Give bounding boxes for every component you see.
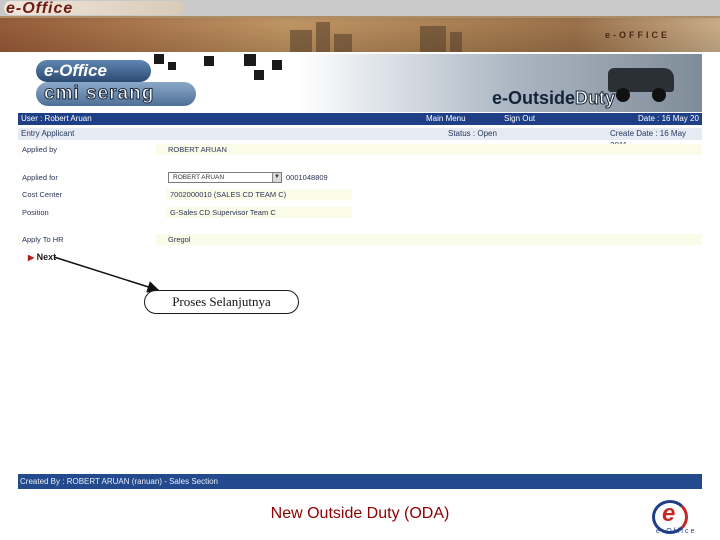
- sign-out-link[interactable]: Sign Out: [504, 113, 535, 125]
- applied-for-nik: 0001048809: [286, 173, 328, 182]
- position-row: Position: [18, 207, 702, 218]
- apply-to-hr-label: Apply To HR: [20, 234, 156, 245]
- building-graphic: [450, 32, 462, 52]
- applied-by-row: Applied by ROBERT ARUAN: [18, 144, 702, 155]
- banner-right-text: e-OFFICE: [604, 30, 670, 40]
- applied-for-label: Applied for: [20, 172, 156, 183]
- cost-center-row: Cost Center: [18, 189, 702, 200]
- applied-for-selected: ROBERT ARUAN: [173, 174, 225, 181]
- checker-decoration: [204, 56, 214, 66]
- cmi-serang-logo: cmi serang: [36, 82, 196, 106]
- apply-to-hr-row: Apply To HR Gregol: [18, 234, 702, 245]
- applied-for-select[interactable]: ROBERT ARUAN ▼: [168, 172, 282, 183]
- cost-center-label: Cost Center: [20, 189, 156, 200]
- module-title-suffix: Duty: [575, 88, 616, 109]
- cost-center-value: 7002000010 (SALES CD TEAM C): [166, 189, 352, 200]
- checker-decoration: [154, 54, 164, 64]
- logo-e-mark: e: [662, 500, 676, 527]
- status-bar: Entry Applicant Status : Open Create Dat…: [18, 128, 702, 150]
- checker-decoration: [168, 62, 176, 70]
- position-label: Position: [20, 207, 156, 218]
- main-menu-link[interactable]: Main Menu: [426, 113, 466, 125]
- building-graphic: [290, 30, 312, 52]
- callout-box: Proses Selanjutnya: [144, 290, 299, 314]
- apply-to-hr-value: Gregol: [168, 235, 191, 244]
- building-graphic: [420, 26, 446, 52]
- applied-by-label: Applied by: [20, 144, 156, 155]
- next-label: Next: [36, 252, 57, 262]
- top-banner: e-Office e-OFFICE: [0, 0, 720, 52]
- position-value: G-Sales CD Supervisor Team C: [166, 207, 352, 218]
- applied-by-value: ROBERT ARUAN: [168, 145, 227, 154]
- checker-decoration: [272, 60, 282, 70]
- slide-title: New Outside Duty (ODA): [270, 505, 450, 522]
- applied-for-row: Applied for: [18, 172, 702, 183]
- checker-decoration: [244, 54, 256, 66]
- user-label: User : Robert Aruan: [21, 114, 92, 123]
- app-header: e-Office cmi serang e-OutsideDuty: [18, 54, 702, 112]
- next-button[interactable]: ▶ Next: [28, 252, 56, 263]
- car-wheel: [616, 88, 630, 102]
- slide: e-Office e-OFFICE e-Office cmi serang e-…: [0, 0, 720, 540]
- status-label: Status : Open: [448, 129, 497, 138]
- date-label: Date : 16 May 20: [638, 114, 699, 123]
- logo-caption: e-Office: [656, 528, 697, 535]
- building-graphic: [316, 22, 330, 52]
- module-title-prefix: e-Outside: [492, 88, 576, 108]
- checker-decoration: [254, 70, 264, 80]
- module-title: e-OutsideDuty: [492, 88, 616, 109]
- created-by-bar: Created By : ROBERT ARUAN (ranuan) - Sal…: [18, 474, 702, 489]
- eoffice-logo: e-Office: [36, 60, 151, 82]
- eoffice-corner-logo: e e-Office: [648, 498, 714, 538]
- nav-bar: User : Robert Aruan Main Menu Sign Out D…: [18, 113, 702, 125]
- car-wheel: [652, 88, 666, 102]
- chevron-down-icon[interactable]: ▼: [272, 173, 281, 182]
- entry-applicant-label: Entry Applicant: [21, 129, 75, 138]
- building-graphic: [334, 34, 352, 52]
- banner-logo: e-Office: [6, 0, 74, 17]
- play-arrow-icon: ▶: [28, 253, 35, 262]
- arrow-line: [53, 256, 160, 293]
